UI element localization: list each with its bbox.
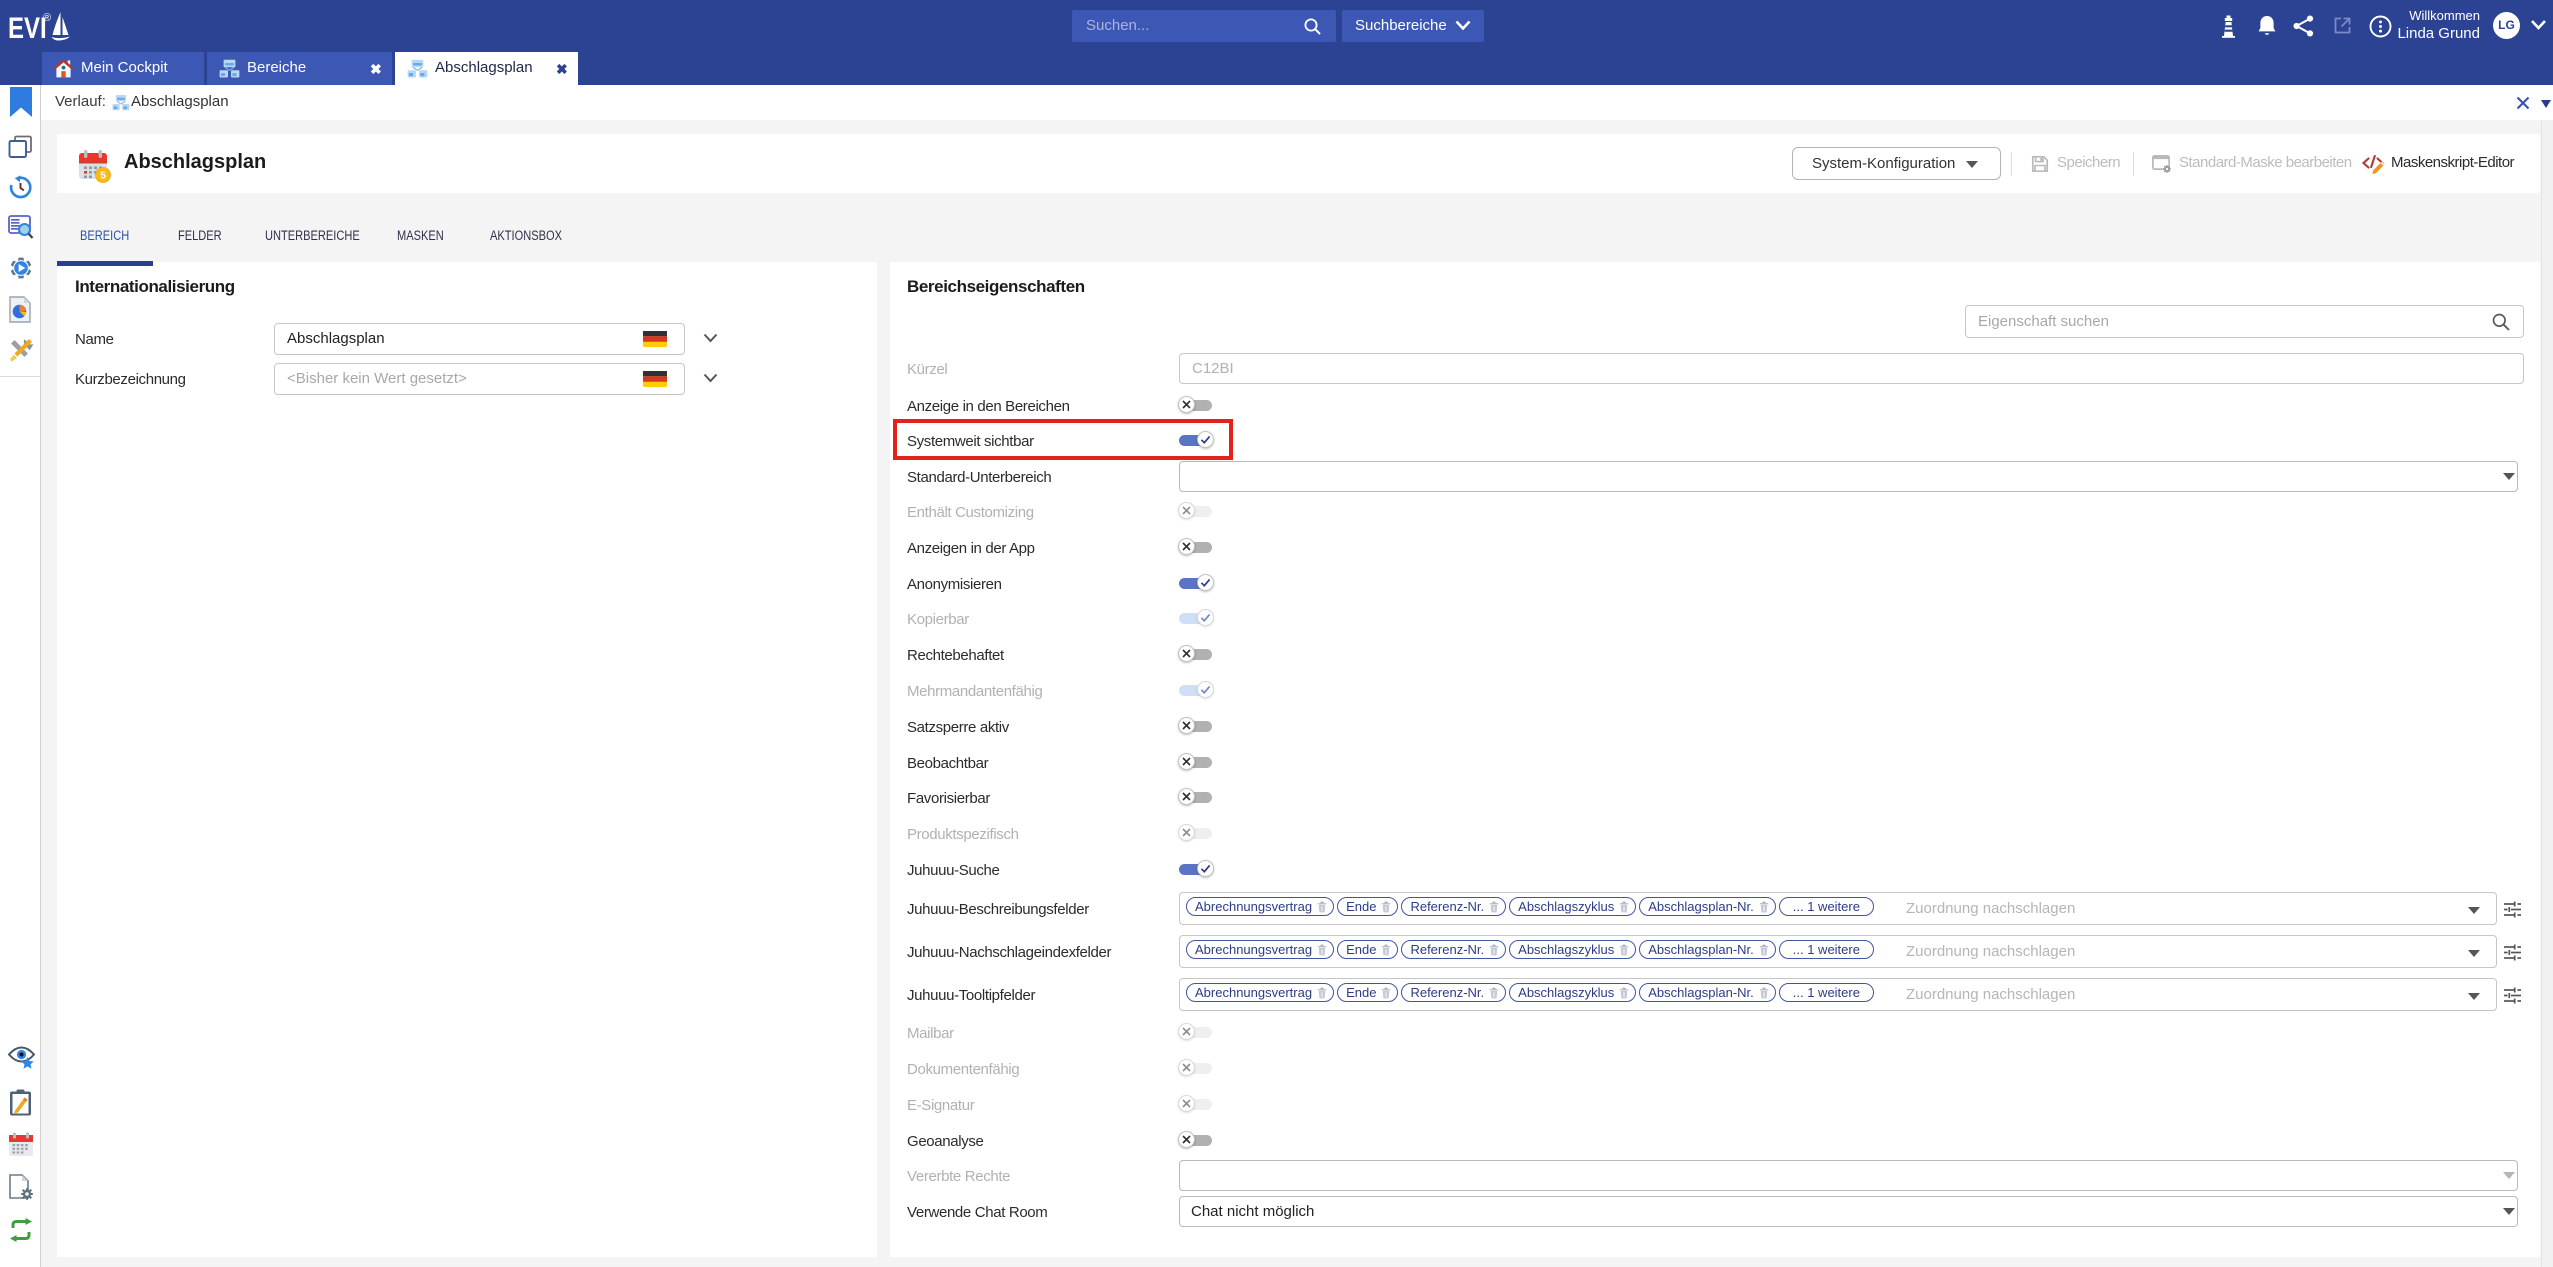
svg-text:5: 5	[100, 170, 106, 182]
